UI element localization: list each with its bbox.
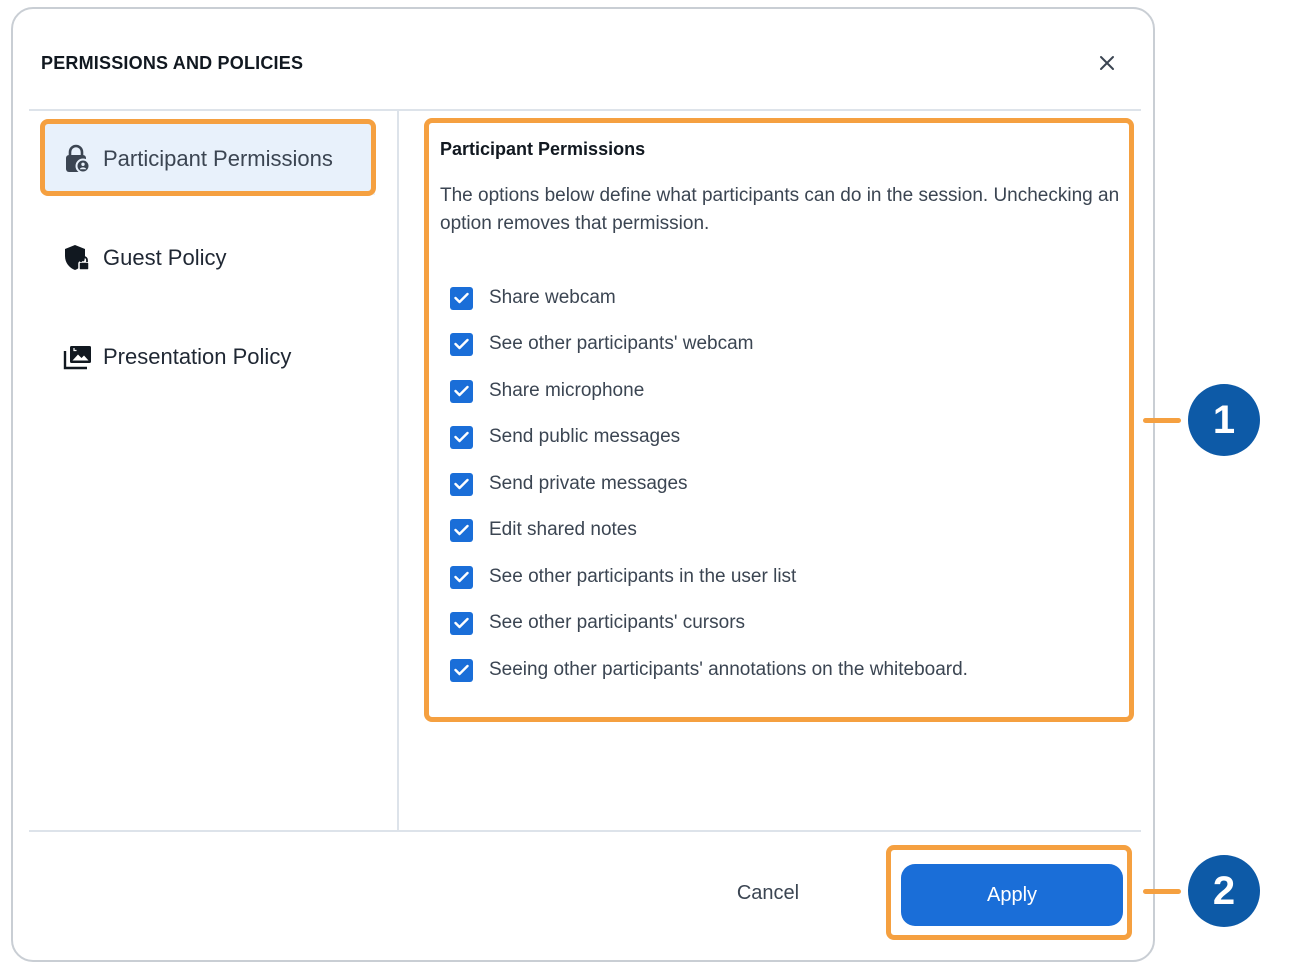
panel-description: The options below define what participan… bbox=[440, 185, 1120, 234]
close-button[interactable] bbox=[1095, 51, 1119, 75]
lock-person-icon bbox=[63, 143, 95, 175]
permission-row[interactable]: Share webcam bbox=[450, 286, 616, 310]
permission-row[interactable]: Edit shared notes bbox=[450, 518, 637, 542]
checkmark-icon bbox=[454, 617, 469, 629]
sidebar-divider bbox=[397, 111, 399, 830]
permission-checkbox[interactable] bbox=[450, 379, 473, 403]
cancel-button[interactable]: Cancel bbox=[703, 871, 833, 915]
permission-row[interactable]: Send public messages bbox=[450, 425, 680, 449]
permission-checkbox[interactable] bbox=[450, 565, 473, 589]
permission-row[interactable]: Send private messages bbox=[450, 472, 688, 496]
footer-divider bbox=[29, 830, 1141, 832]
permission-label: See other participants in the user list bbox=[489, 566, 797, 587]
sidebar-item-label: Presentation Policy bbox=[103, 344, 292, 369]
permission-label: See other participants' cursors bbox=[489, 612, 746, 633]
permission-checkbox[interactable] bbox=[450, 611, 473, 635]
permission-label: Edit shared notes bbox=[489, 519, 637, 540]
permission-label: Seeing other participants' annotations o… bbox=[489, 659, 968, 680]
permission-checkbox[interactable] bbox=[450, 425, 473, 449]
checkmark-icon bbox=[454, 385, 469, 397]
checkmark-icon bbox=[454, 664, 469, 676]
dialog-title: PERMISSIONS AND POLICIES bbox=[41, 53, 304, 73]
permission-row[interactable]: Seeing other participants' annotations o… bbox=[450, 658, 968, 682]
permission-label: Send public messages bbox=[489, 426, 681, 447]
callout-connector bbox=[1143, 418, 1181, 423]
permission-row[interactable]: See other participants' webcam bbox=[450, 332, 754, 356]
sidebar-item-label: Guest Policy bbox=[103, 245, 227, 270]
permissions-dialog: PERMISSIONS AND POLICIES Participant Per… bbox=[11, 7, 1155, 962]
shield-lock-icon bbox=[63, 242, 95, 274]
checkmark-icon bbox=[454, 571, 469, 583]
apply-button[interactable]: Apply bbox=[901, 864, 1123, 926]
checkmark-icon bbox=[454, 338, 469, 350]
callout-connector bbox=[1143, 889, 1181, 894]
header-divider bbox=[29, 109, 1141, 111]
permission-checkbox[interactable] bbox=[450, 658, 473, 682]
checkmark-icon bbox=[454, 478, 469, 490]
checkmark-icon bbox=[454, 524, 469, 536]
permission-checkbox[interactable] bbox=[450, 472, 473, 496]
permission-label: See other participants' webcam bbox=[489, 333, 754, 354]
permission-checkbox[interactable] bbox=[450, 518, 473, 542]
sidebar-item-label: Participant Permissions bbox=[103, 146, 333, 171]
permission-label: Share webcam bbox=[489, 287, 616, 308]
permission-checkbox[interactable] bbox=[450, 286, 473, 310]
permission-row[interactable]: See other participants' cursors bbox=[450, 611, 745, 635]
permission-row[interactable]: See other participants in the user list bbox=[450, 565, 796, 589]
permission-label: Send private messages bbox=[489, 473, 688, 494]
checkmark-icon bbox=[454, 431, 469, 443]
close-icon bbox=[1100, 56, 1114, 70]
permission-row[interactable]: Share microphone bbox=[450, 379, 644, 403]
permissions-panel: Participant Permissions The options belo… bbox=[440, 139, 1130, 238]
callout-badge: 2 bbox=[1188, 855, 1260, 927]
callout-badge: 1 bbox=[1188, 384, 1260, 456]
sidebar-item-presentation-policy[interactable]: Presentation Policy bbox=[45, 321, 375, 393]
panel-title: Participant Permissions bbox=[440, 139, 646, 159]
sidebar-item-participant-permissions[interactable]: Participant Permissions bbox=[45, 123, 375, 195]
image-stack-icon bbox=[63, 341, 95, 373]
permission-checkbox[interactable] bbox=[450, 332, 473, 356]
sidebar-item-guest-policy[interactable]: Guest Policy bbox=[45, 222, 375, 294]
permission-label: Share microphone bbox=[489, 380, 645, 401]
checkmark-icon bbox=[454, 292, 469, 304]
